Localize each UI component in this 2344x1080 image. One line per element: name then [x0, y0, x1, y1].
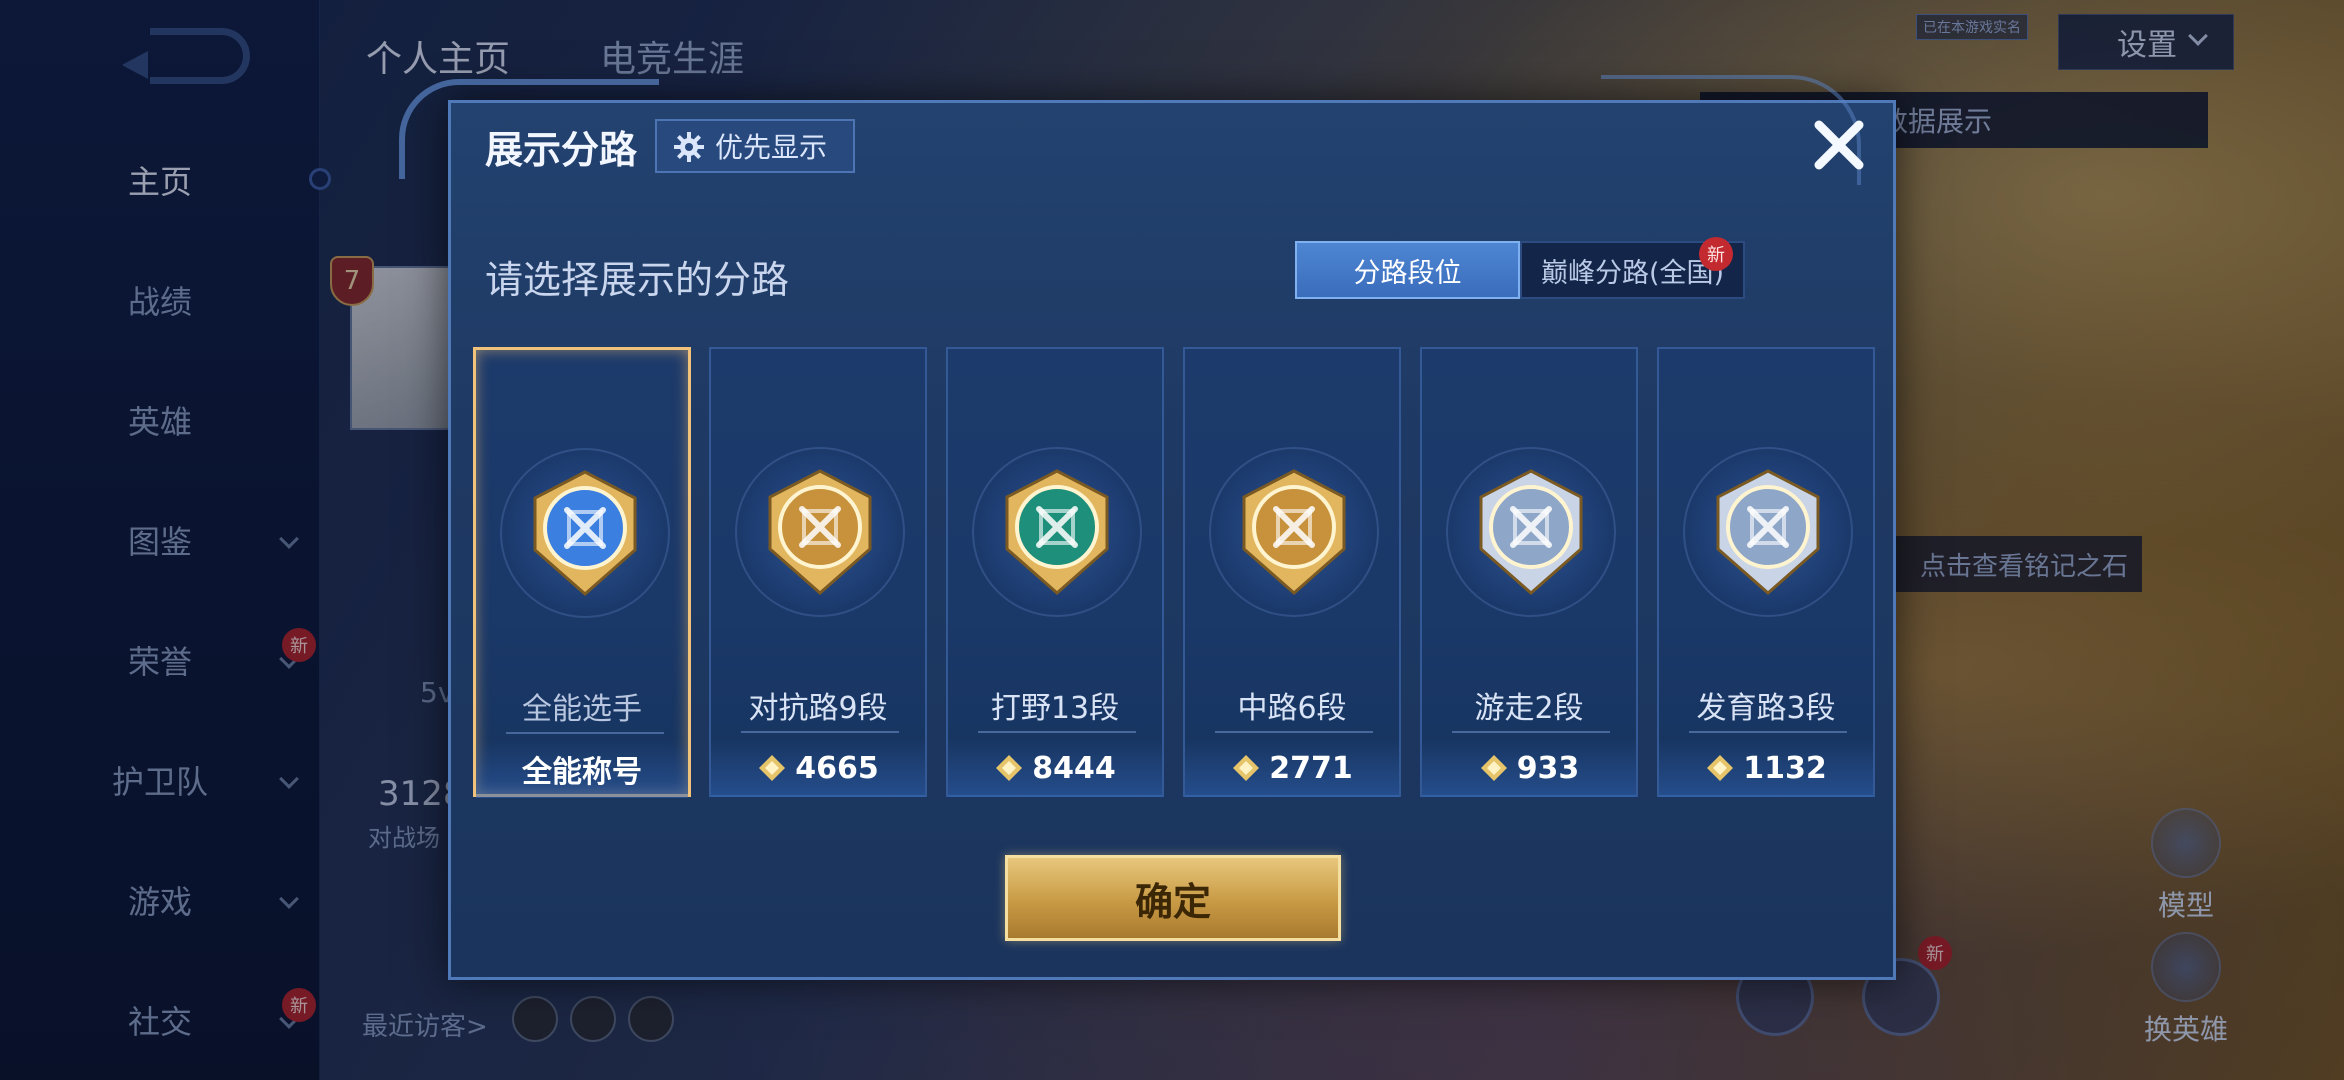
divider	[978, 731, 1136, 733]
lane-card-footer: 4665	[711, 739, 925, 797]
rank-points-icon	[996, 755, 1023, 781]
gear-icon	[674, 132, 704, 162]
lane-rank-label: 打野13段	[990, 691, 1120, 726]
clash-lane-emblem-icon	[768, 469, 872, 595]
divider	[1689, 731, 1847, 733]
lane-rank-label: 发育路3段	[1696, 691, 1836, 726]
lane-card-footer: 2771	[1185, 739, 1399, 797]
lane-rank-label: 全能选手	[522, 692, 642, 727]
divider	[1452, 731, 1610, 733]
lane-rank-label: 游走2段	[1474, 691, 1584, 726]
priority-display-label: 优先显示	[715, 131, 828, 164]
jungle-emblem-icon	[1005, 469, 1109, 595]
tab-peak-lane-label: 巅峰分路(全国)	[1540, 257, 1725, 289]
lane-card-footer: 8444	[948, 739, 1162, 797]
confirm-button[interactable]: 确定	[1005, 855, 1341, 941]
all-round-emblem-icon	[533, 470, 637, 596]
divider	[1215, 731, 1373, 733]
divider	[741, 731, 899, 733]
rank-points-icon	[1480, 755, 1507, 781]
rank-points: 933	[1516, 750, 1580, 786]
rank-points: 4665	[795, 750, 879, 786]
lane-card[interactable]: 全能选手 全能称号	[473, 347, 691, 798]
lane-card-footer: 933	[1422, 739, 1636, 797]
lane-display-dialog: 展示分路 优先显示 请选择展示的分路 分路段位 巅峰分路(全国) 新 全能选手全…	[399, 75, 1896, 980]
rank-points: 8444	[1032, 750, 1116, 786]
lane-card[interactable]: 中路6段 2771	[1183, 347, 1401, 797]
dialog-subtitle: 请选择展示的分路	[485, 258, 790, 302]
dialog-title: 展示分路	[485, 128, 638, 172]
lane-card[interactable]: 游走2段 933	[1420, 347, 1638, 797]
lane-rank-label: 对抗路9段	[748, 691, 888, 726]
rank-points-icon	[1707, 755, 1734, 781]
new-badge: 新	[1699, 237, 1733, 271]
rank-points: 2771	[1269, 750, 1353, 786]
roam-emblem-icon	[1479, 469, 1583, 595]
divider	[506, 732, 664, 734]
rank-points-icon	[1233, 755, 1260, 781]
lane-card-footer: 全能称号	[476, 740, 688, 798]
lane-mode-toggle: 分路段位 巅峰分路(全国) 新	[1295, 237, 1745, 299]
lane-card[interactable]: 对抗路9段 4665	[709, 347, 927, 797]
tab-peak-lane[interactable]: 巅峰分路(全国) 新	[1520, 237, 1745, 299]
lane-card-footer: 1132	[1659, 739, 1873, 797]
close-icon[interactable]	[1809, 115, 1869, 175]
rank-points-icon	[759, 755, 786, 781]
farm-lane-emblem-icon	[1716, 469, 1820, 595]
priority-display-button[interactable]: 优先显示	[655, 119, 855, 173]
lane-rank-label: 中路6段	[1237, 691, 1347, 726]
lane-cards: 全能选手 全能称号 对抗路9段 4665 打野13段 8444 中路6段 2771 游走2段 93…	[473, 347, 1877, 798]
tab-lane-rank[interactable]: 分路段位	[1295, 241, 1520, 299]
lane-card[interactable]: 发育路3段 1132	[1657, 347, 1875, 797]
lane-card[interactable]: 打野13段 8444	[946, 347, 1164, 797]
rank-points: 1132	[1743, 750, 1827, 786]
mid-lane-emblem-icon	[1242, 469, 1346, 595]
title-label: 全能称号	[522, 755, 642, 790]
